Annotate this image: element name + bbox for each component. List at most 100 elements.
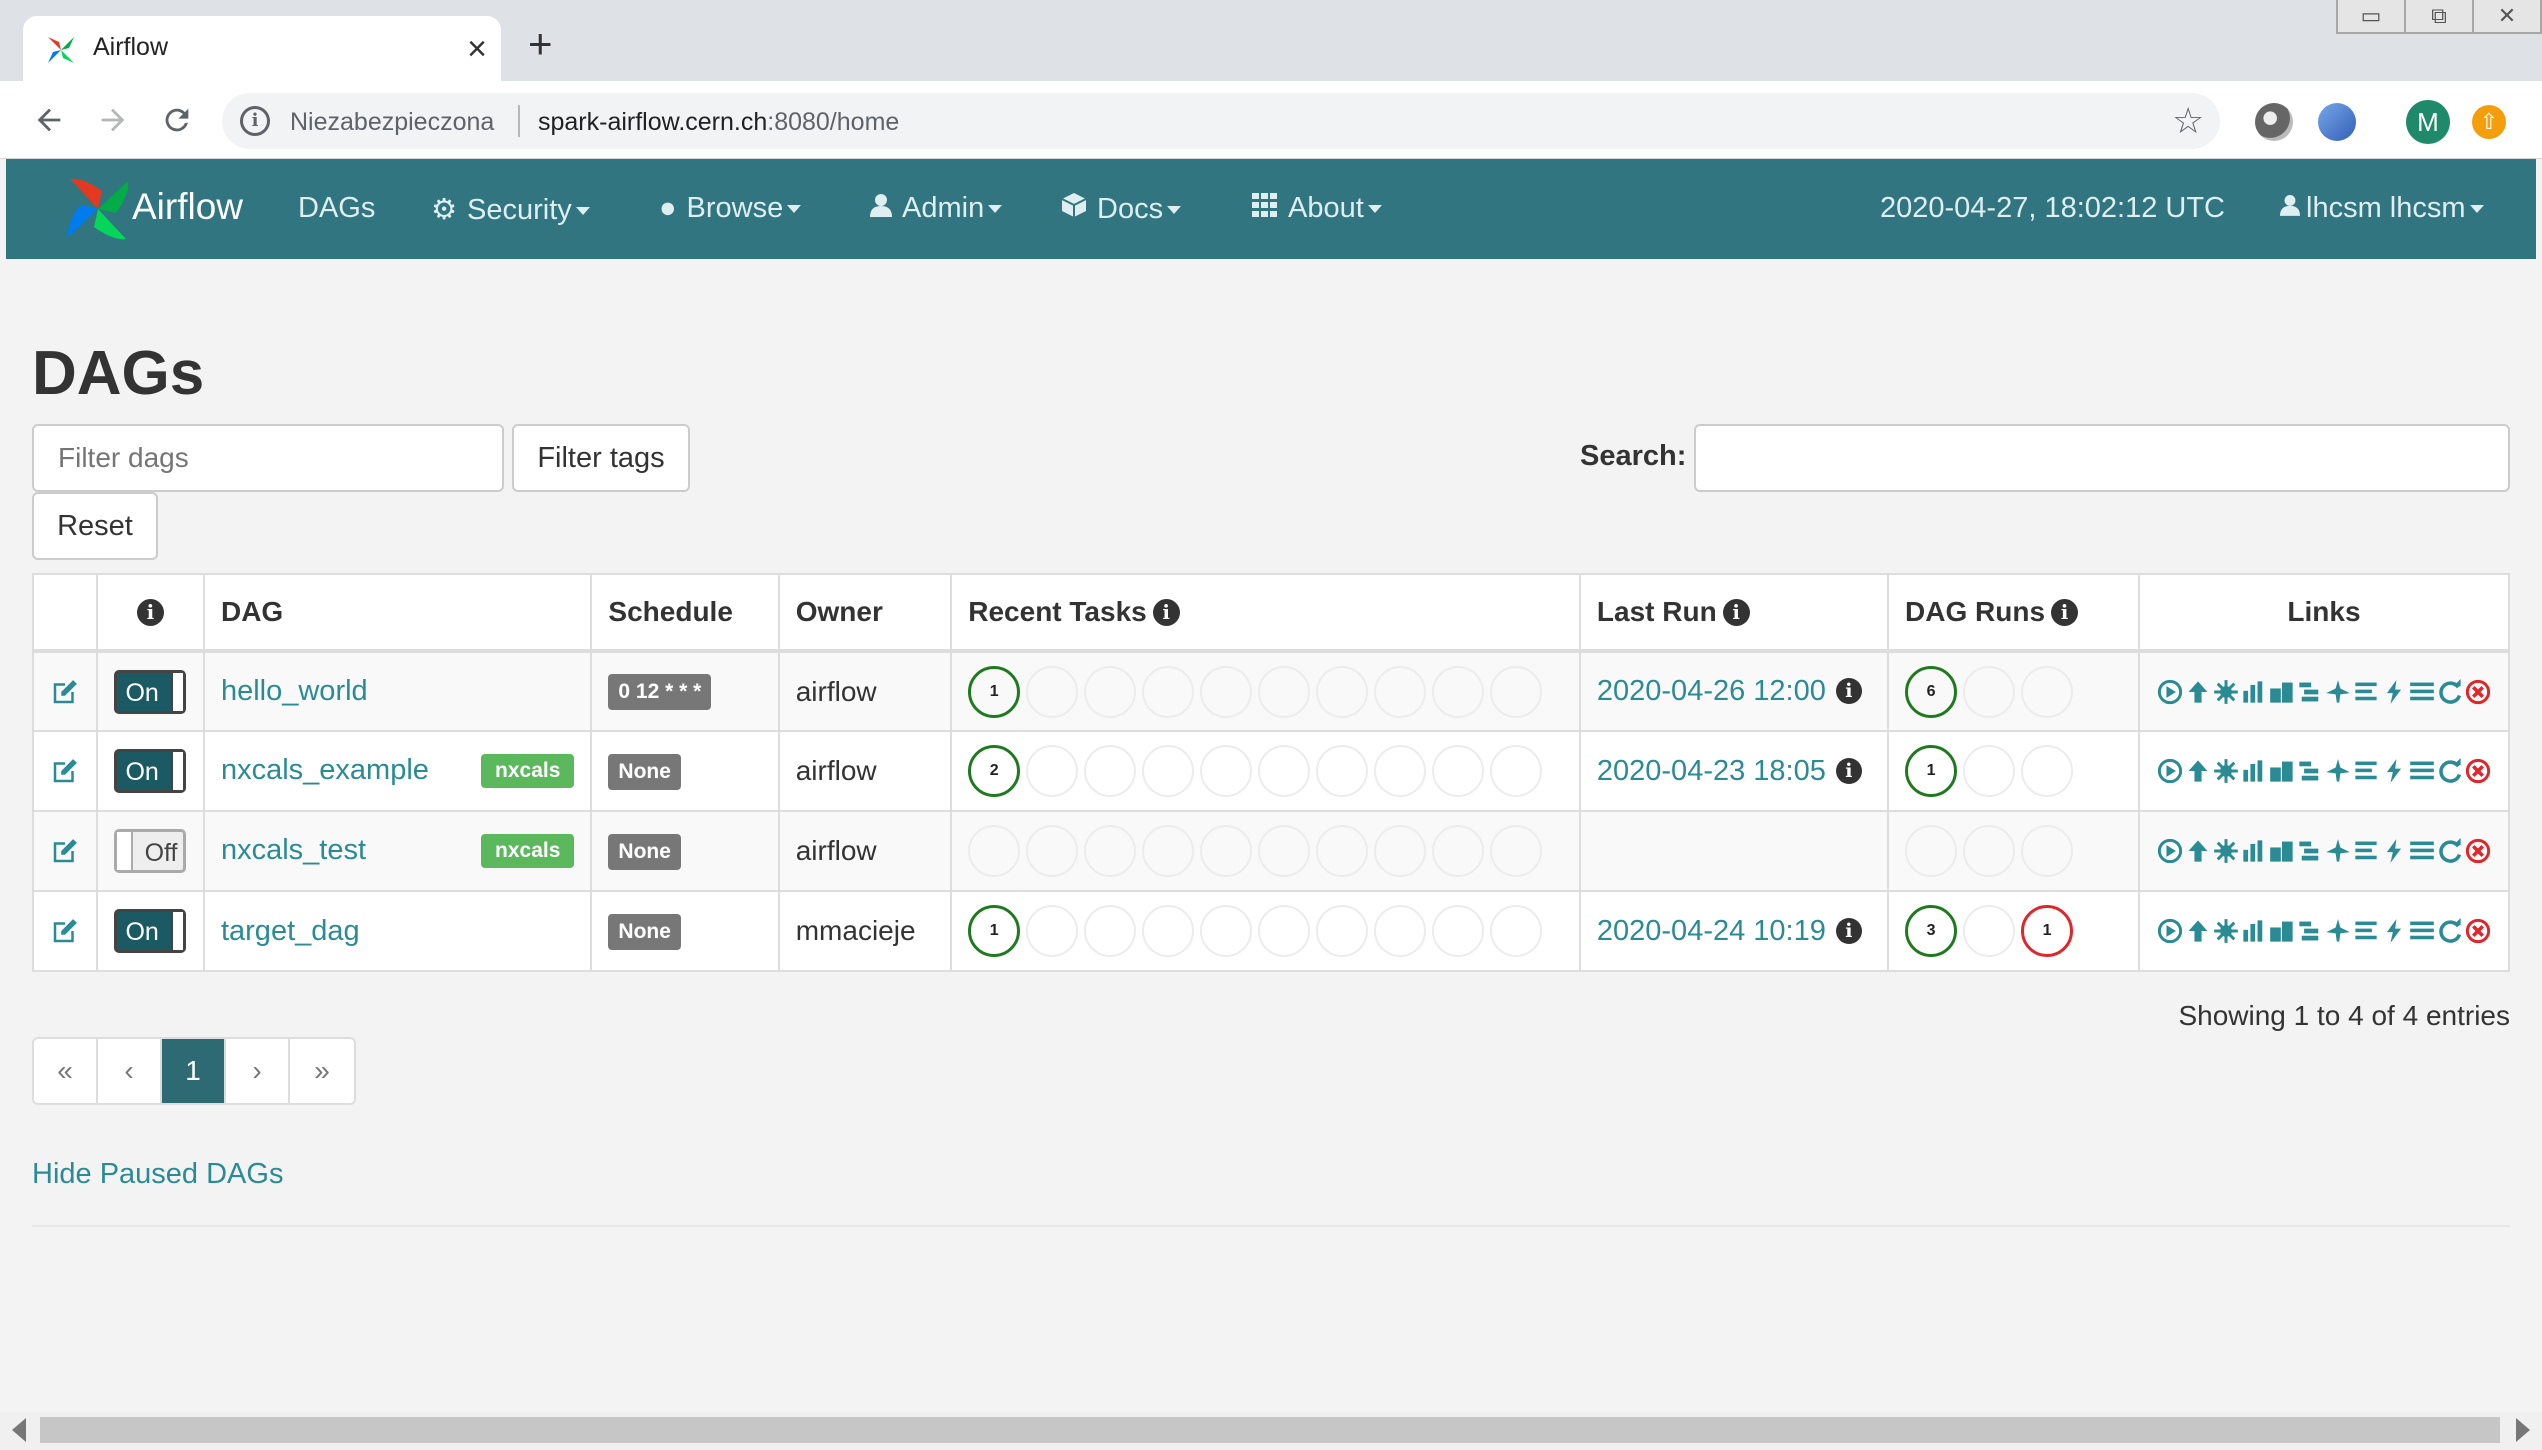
bar-chart-icon[interactable] [2241, 758, 2267, 784]
airflow-logo-icon[interactable] [62, 173, 134, 245]
task-state-circle[interactable] [1374, 745, 1427, 797]
site-info-icon[interactable]: i [240, 106, 270, 136]
gantt-icon[interactable] [2297, 679, 2323, 705]
task-state-circle[interactable] [1084, 905, 1137, 957]
duration-icon[interactable] [2269, 679, 2295, 705]
task-state-circle[interactable] [1490, 825, 1543, 877]
graph-icon[interactable] [2213, 918, 2239, 944]
filter-dags-input[interactable] [32, 424, 504, 492]
browser-tab[interactable]: Airflow × [23, 16, 501, 82]
task-state-circle[interactable] [1142, 825, 1195, 877]
logs-icon[interactable] [2409, 679, 2435, 705]
info-icon[interactable]: i [1835, 678, 1862, 704]
duration-icon[interactable] [2269, 758, 2295, 784]
pager-first[interactable]: « [34, 1039, 98, 1103]
tries-icon[interactable] [2353, 758, 2379, 784]
reset-button[interactable]: Reset [32, 492, 158, 560]
tree-icon[interactable] [2185, 838, 2211, 864]
refresh-icon[interactable] [2437, 758, 2463, 784]
logs-icon[interactable] [2409, 758, 2435, 784]
column-header-owner[interactable]: Owner [777, 573, 953, 653]
column-header-dag[interactable]: DAG [202, 573, 593, 653]
tree-icon[interactable] [2185, 758, 2211, 784]
info-icon[interactable]: i [1835, 757, 1862, 784]
pager-last[interactable]: » [290, 1039, 354, 1103]
address-bar[interactable]: i Niezabezpieczona spark-airflow.cern.ch… [222, 93, 2220, 149]
delete-icon[interactable] [2465, 679, 2491, 705]
dag-run-success-circle[interactable]: 6 [1905, 665, 1958, 718]
task-state-circle[interactable] [1084, 825, 1137, 877]
task-state-circle[interactable] [968, 825, 1021, 877]
nav-docs[interactable]: Docs [1061, 192, 1182, 226]
task-state-circle[interactable] [1374, 825, 1427, 877]
duration-icon[interactable] [2269, 838, 2295, 864]
task-state-circle[interactable]: 1 [968, 905, 1021, 957]
info-icon[interactable]: i [1835, 917, 1862, 944]
task-state-circle[interactable] [1026, 825, 1079, 877]
update-icon[interactable]: ⇧ [2472, 105, 2506, 139]
scroll-right-icon[interactable] [2516, 1418, 2530, 1442]
dag-run-success-circle[interactable] [1905, 825, 1958, 877]
nav-browse[interactable]: ● Browse [659, 192, 802, 225]
nav-user-menu[interactable]: lhcsm lhcsm [2280, 192, 2484, 225]
bar-chart-icon[interactable] [2241, 918, 2267, 944]
extension-2-icon[interactable] [2318, 103, 2356, 141]
task-state-circle[interactable] [1258, 665, 1311, 718]
profile-avatar[interactable]: M [2406, 100, 2450, 144]
task-state-circle[interactable] [1490, 905, 1543, 957]
last-run-link[interactable]: 2020-04-23 18:05 [1597, 755, 1826, 787]
task-state-circle[interactable] [1200, 665, 1253, 718]
dag-run-failed-circle[interactable]: 1 [2021, 905, 2074, 957]
task-state-circle[interactable] [1316, 745, 1369, 797]
pause-toggle[interactable]: Off [114, 829, 187, 873]
dag-link[interactable]: nxcals_test [221, 834, 366, 866]
edit-icon[interactable] [50, 836, 80, 866]
edit-icon[interactable] [50, 677, 80, 707]
dag-run-failed-circle[interactable] [2021, 825, 2074, 877]
gantt-icon[interactable] [2297, 918, 2323, 944]
task-state-circle[interactable] [1258, 905, 1311, 957]
forward-button[interactable] [88, 95, 138, 145]
restore-button[interactable]: ⧉ [2404, 0, 2474, 34]
horizontal-scrollbar[interactable] [0, 1412, 2542, 1450]
task-state-circle[interactable] [1432, 665, 1485, 718]
task-state-circle[interactable] [1316, 665, 1369, 718]
nav-about[interactable]: About [1252, 192, 1382, 225]
bar-chart-icon[interactable] [2241, 679, 2267, 705]
info-icon[interactable]: i [1152, 599, 1180, 626]
task-state-circle[interactable] [1258, 745, 1311, 797]
tries-icon[interactable] [2353, 918, 2379, 944]
pager-previous[interactable]: ‹ [98, 1039, 162, 1103]
scroll-left-icon[interactable] [12, 1418, 26, 1442]
task-state-circle[interactable] [1026, 665, 1079, 718]
gantt-icon[interactable] [2297, 758, 2323, 784]
dag-run-running-circle[interactable] [1963, 825, 2016, 877]
landing-icon[interactable] [2325, 838, 2351, 864]
landing-icon[interactable] [2325, 918, 2351, 944]
nav-security[interactable]: ⚙ Security [431, 192, 590, 227]
task-state-circle[interactable] [1432, 825, 1485, 877]
dag-run-running-circle[interactable] [1963, 905, 2016, 957]
play-icon[interactable] [2157, 758, 2183, 784]
task-state-circle[interactable]: 2 [968, 745, 1021, 797]
dag-link[interactable]: nxcals_example [221, 754, 429, 786]
task-state-circle[interactable] [1084, 745, 1137, 797]
refresh-icon[interactable] [2437, 918, 2463, 944]
dag-run-success-circle[interactable]: 1 [1905, 745, 1958, 797]
code-icon[interactable] [2381, 758, 2407, 784]
task-state-circle[interactable] [1258, 825, 1311, 877]
task-state-circle[interactable] [1432, 745, 1485, 797]
landing-icon[interactable] [2325, 758, 2351, 784]
dag-run-success-circle[interactable]: 3 [1905, 905, 1958, 957]
dag-tag[interactable]: nxcals [481, 834, 575, 868]
pager-next[interactable]: › [226, 1039, 290, 1103]
refresh-icon[interactable] [2437, 678, 2463, 705]
logs-icon[interactable] [2409, 838, 2435, 864]
play-icon[interactable] [2157, 918, 2183, 944]
delete-icon[interactable] [2465, 758, 2491, 784]
bookmark-star-icon[interactable]: ☆ [2172, 103, 2204, 139]
column-header-schedule[interactable]: Schedule [590, 573, 780, 653]
nav-admin[interactable]: Admin [870, 192, 1003, 225]
nav-dags[interactable]: DAGs [298, 192, 375, 225]
task-state-circle[interactable] [1316, 825, 1369, 877]
